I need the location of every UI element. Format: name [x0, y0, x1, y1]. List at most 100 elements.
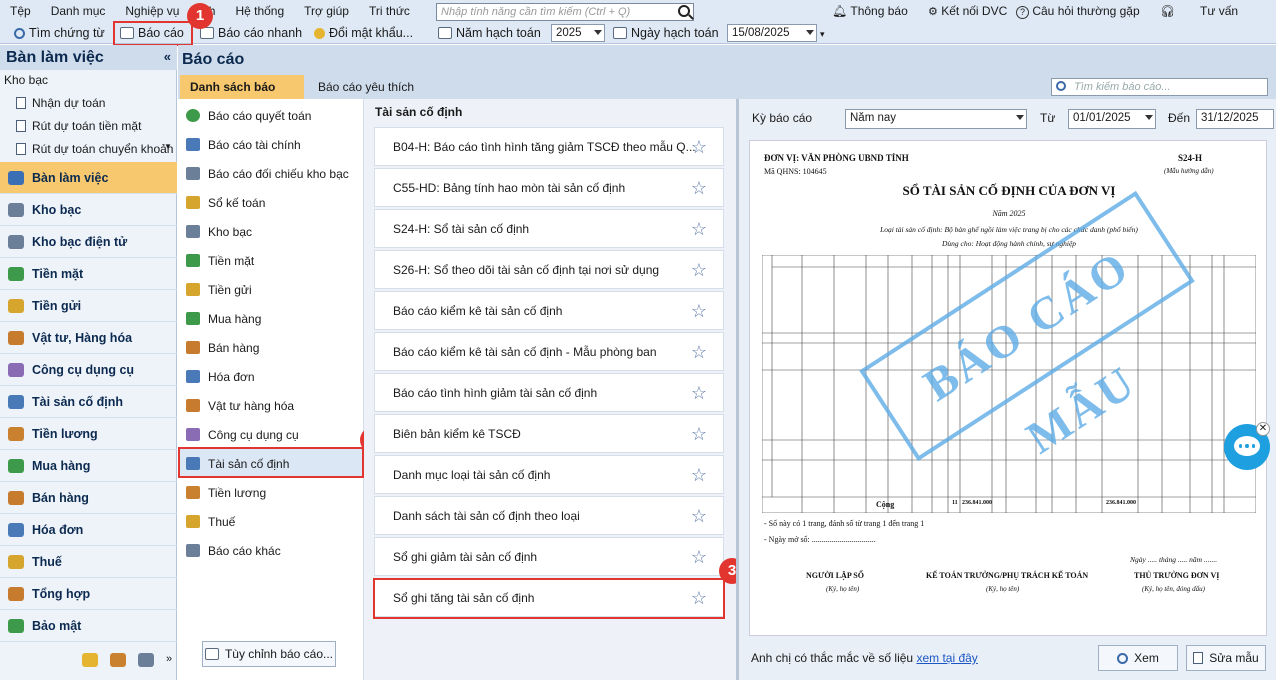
category-deposit[interactable]: Tiền gửi	[178, 275, 364, 304]
favorite-star-icon[interactable]: ☆	[691, 302, 707, 320]
connect-dvc-button[interactable]: ⚙ Kết nối DVC	[928, 0, 1007, 23]
help-link[interactable]: xem tại đây	[916, 651, 977, 665]
cart-icon	[8, 458, 24, 473]
toolbar-overflow-icon[interactable]: ▾	[820, 29, 825, 40]
menu-system[interactable]: Hệ thống	[225, 0, 294, 22]
step-badge-1: 1	[187, 3, 213, 29]
headset-icon[interactable]: 🎧︎	[1160, 0, 1175, 22]
favorite-star-icon[interactable]: ☆	[691, 220, 707, 238]
nav-tax[interactable]: Thuế	[0, 546, 177, 578]
category-goods[interactable]: Vật tư hàng hóa	[178, 391, 364, 420]
favorite-star-icon[interactable]: ☆	[691, 425, 707, 443]
category-invoice[interactable]: Hóa đơn	[178, 362, 364, 391]
favorite-star-icon[interactable]: ☆	[691, 384, 707, 402]
category-tools[interactable]: Công cụ dụng cụ	[178, 420, 364, 449]
search-icon[interactable]	[678, 5, 690, 17]
category-salary[interactable]: Tiền lương	[178, 478, 364, 507]
category-tax[interactable]: Thuế	[178, 507, 364, 536]
report-categories: Báo cáo quyết toán Báo cáo tài chính Báo…	[178, 99, 364, 680]
favorite-star-icon[interactable]: ☆	[691, 466, 707, 484]
sidebar-link-cash-withdraw[interactable]: Rút dự toán tiền mặt	[16, 119, 141, 133]
report-search-input[interactable]: Tìm kiếm báo cáo...	[1051, 78, 1268, 96]
favorite-star-icon[interactable]: ☆	[691, 548, 707, 566]
tab-favorite-reports[interactable]: Báo cáo yêu thích	[308, 75, 424, 99]
category-other[interactable]: Báo cáo khác	[178, 536, 364, 565]
notifications-button[interactable]: 🔔︎ Thông báo	[832, 0, 908, 22]
nav-summary[interactable]: Tổng hợp	[0, 578, 177, 610]
sidebar-link-transfer-withdraw[interactable]: Rút dự toán chuyển khoản	[16, 142, 173, 156]
menu-knowledge[interactable]: Tri thức	[359, 0, 420, 22]
nav-fixed-assets[interactable]: Tài sản cố định	[0, 386, 177, 418]
edit-icon[interactable]	[138, 653, 154, 667]
sidebar-link-receive-estimate[interactable]: Nhận dự toán	[16, 96, 105, 110]
nav-purchase[interactable]: Mua hàng	[0, 450, 177, 482]
menu-help[interactable]: Trợ giúp	[294, 0, 359, 22]
nav-invoice[interactable]: Hóa đơn	[0, 514, 177, 546]
category-finalization[interactable]: Báo cáo quyết toán	[178, 101, 364, 130]
briefcase-icon[interactable]	[110, 653, 126, 667]
report-list-item[interactable]: S26-H: Sổ theo dõi tài sản cố định tại n…	[374, 250, 724, 289]
to-date-input[interactable]: 31/12/2025	[1196, 109, 1274, 129]
category-cash[interactable]: Tiền mặt	[178, 246, 364, 275]
report-list-item[interactable]: Báo cáo kiểm kê tài sản cố định ☆	[374, 291, 724, 330]
posting-date-input[interactable]: 15/08/2025	[727, 24, 817, 42]
report-list-item[interactable]: Báo cáo tình hình giảm tài sản cố định ☆	[374, 373, 724, 412]
collapse-icon[interactable]: «	[164, 49, 171, 64]
nav-cash[interactable]: Tiền mặt	[0, 258, 177, 290]
more-icon[interactable]: »	[166, 653, 172, 667]
nav-sales[interactable]: Bán hàng	[0, 482, 177, 514]
faq-button[interactable]: ? Câu hỏi thường gặp	[1016, 0, 1140, 22]
favorite-star-icon[interactable]: ☆	[691, 179, 707, 197]
posting-date-label-group: Ngày hạch toán	[613, 22, 719, 44]
report-list-item[interactable]: Báo cáo kiểm kê tài sản cố định - Mẫu ph…	[374, 332, 724, 371]
category-treasury-reconciliation[interactable]: Báo cáo đối chiếu kho bạc	[178, 159, 364, 188]
nav-treasury[interactable]: Kho bạc	[0, 194, 177, 226]
quick-report-button[interactable]: Báo cáo nhanh	[200, 22, 302, 44]
period-select[interactable]: Năm nay	[845, 109, 1027, 129]
report-list-item[interactable]: Sổ ghi giảm tài sản cố định ☆	[374, 537, 724, 576]
support-button[interactable]: Tư vấn	[1200, 0, 1238, 22]
nav-deposit[interactable]: Tiền gửi	[0, 290, 177, 322]
from-date-input[interactable]: 01/01/2025	[1068, 109, 1156, 129]
nav-security[interactable]: Bảo mật	[0, 610, 177, 642]
nav-label: Bàn làm việc	[32, 170, 109, 185]
report-list-item[interactable]: S24-H: Sổ tài sản cố định ☆	[374, 209, 724, 248]
folder-icon[interactable]	[82, 653, 98, 667]
menu-file[interactable]: Tệp	[0, 0, 41, 22]
report-list-item[interactable]: B04-H: Báo cáo tình hình tăng giảm TSCĐ …	[374, 127, 724, 166]
nav-tools[interactable]: Công cụ dụng cụ	[0, 354, 177, 386]
nav-desk[interactable]: Bàn làm việc	[0, 162, 177, 194]
favorite-star-icon[interactable]: ☆	[691, 343, 707, 361]
edit-template-button[interactable]: Sửa mẫu	[1186, 645, 1266, 671]
category-treasury[interactable]: Kho bạc	[178, 217, 364, 246]
cart-icon	[186, 312, 200, 325]
category-ledger[interactable]: Sổ kế toán	[178, 188, 364, 217]
report-list-item[interactable]: C55-HD: Bảng tính hao mòn tài sản cố địn…	[374, 168, 724, 207]
feature-search-input[interactable]: Nhập tính năng cần tìm kiếm (Ctrl + Q)	[436, 3, 694, 21]
favorite-star-icon[interactable]: ☆	[691, 261, 707, 279]
menu-catalog[interactable]: Danh mục	[41, 0, 116, 22]
nav-materials[interactable]: Vật tư, Hàng hóa	[0, 322, 177, 354]
scroll-down-icon[interactable]: ▼	[164, 142, 172, 151]
nav-salary[interactable]: Tiền lương	[0, 418, 177, 450]
report-list-item-label: C55-HD: Bảng tính hao mòn tài sản cố địn…	[393, 180, 626, 195]
close-icon[interactable]: ✕	[1256, 422, 1270, 436]
report-list-item[interactable]: Biên bản kiểm kê TSCĐ ☆	[374, 414, 724, 453]
fiscal-year-select[interactable]: 2025	[551, 24, 605, 42]
tab-report-list[interactable]: Danh sách báo cáo	[180, 75, 304, 118]
customize-report-button[interactable]: Tùy chỉnh báo cáo...	[202, 641, 336, 667]
nav-e-treasury[interactable]: Kho bạc điện tử	[0, 226, 177, 258]
report-list-item[interactable]: Danh sách tài sản cố định theo loại ☆	[374, 496, 724, 535]
report-list-item[interactable]: Danh mục loại tài sản cố định ☆	[374, 455, 724, 494]
category-sales[interactable]: Bán hàng	[178, 333, 364, 362]
view-button[interactable]: Xem	[1098, 645, 1178, 671]
favorite-star-icon[interactable]: ☆	[691, 507, 707, 525]
change-password-button[interactable]: Đổi mật khẩu...	[314, 22, 413, 44]
favorite-star-icon[interactable]: ☆	[691, 138, 707, 156]
sales-icon	[186, 341, 200, 354]
category-financial[interactable]: Báo cáo tài chính	[178, 130, 364, 159]
category-purchase[interactable]: Mua hàng	[178, 304, 364, 333]
find-voucher-button[interactable]: Tìm chứng từ	[14, 22, 105, 44]
menu-operations[interactable]: Nghiệp vụ	[115, 0, 189, 22]
document-icon	[16, 97, 26, 109]
